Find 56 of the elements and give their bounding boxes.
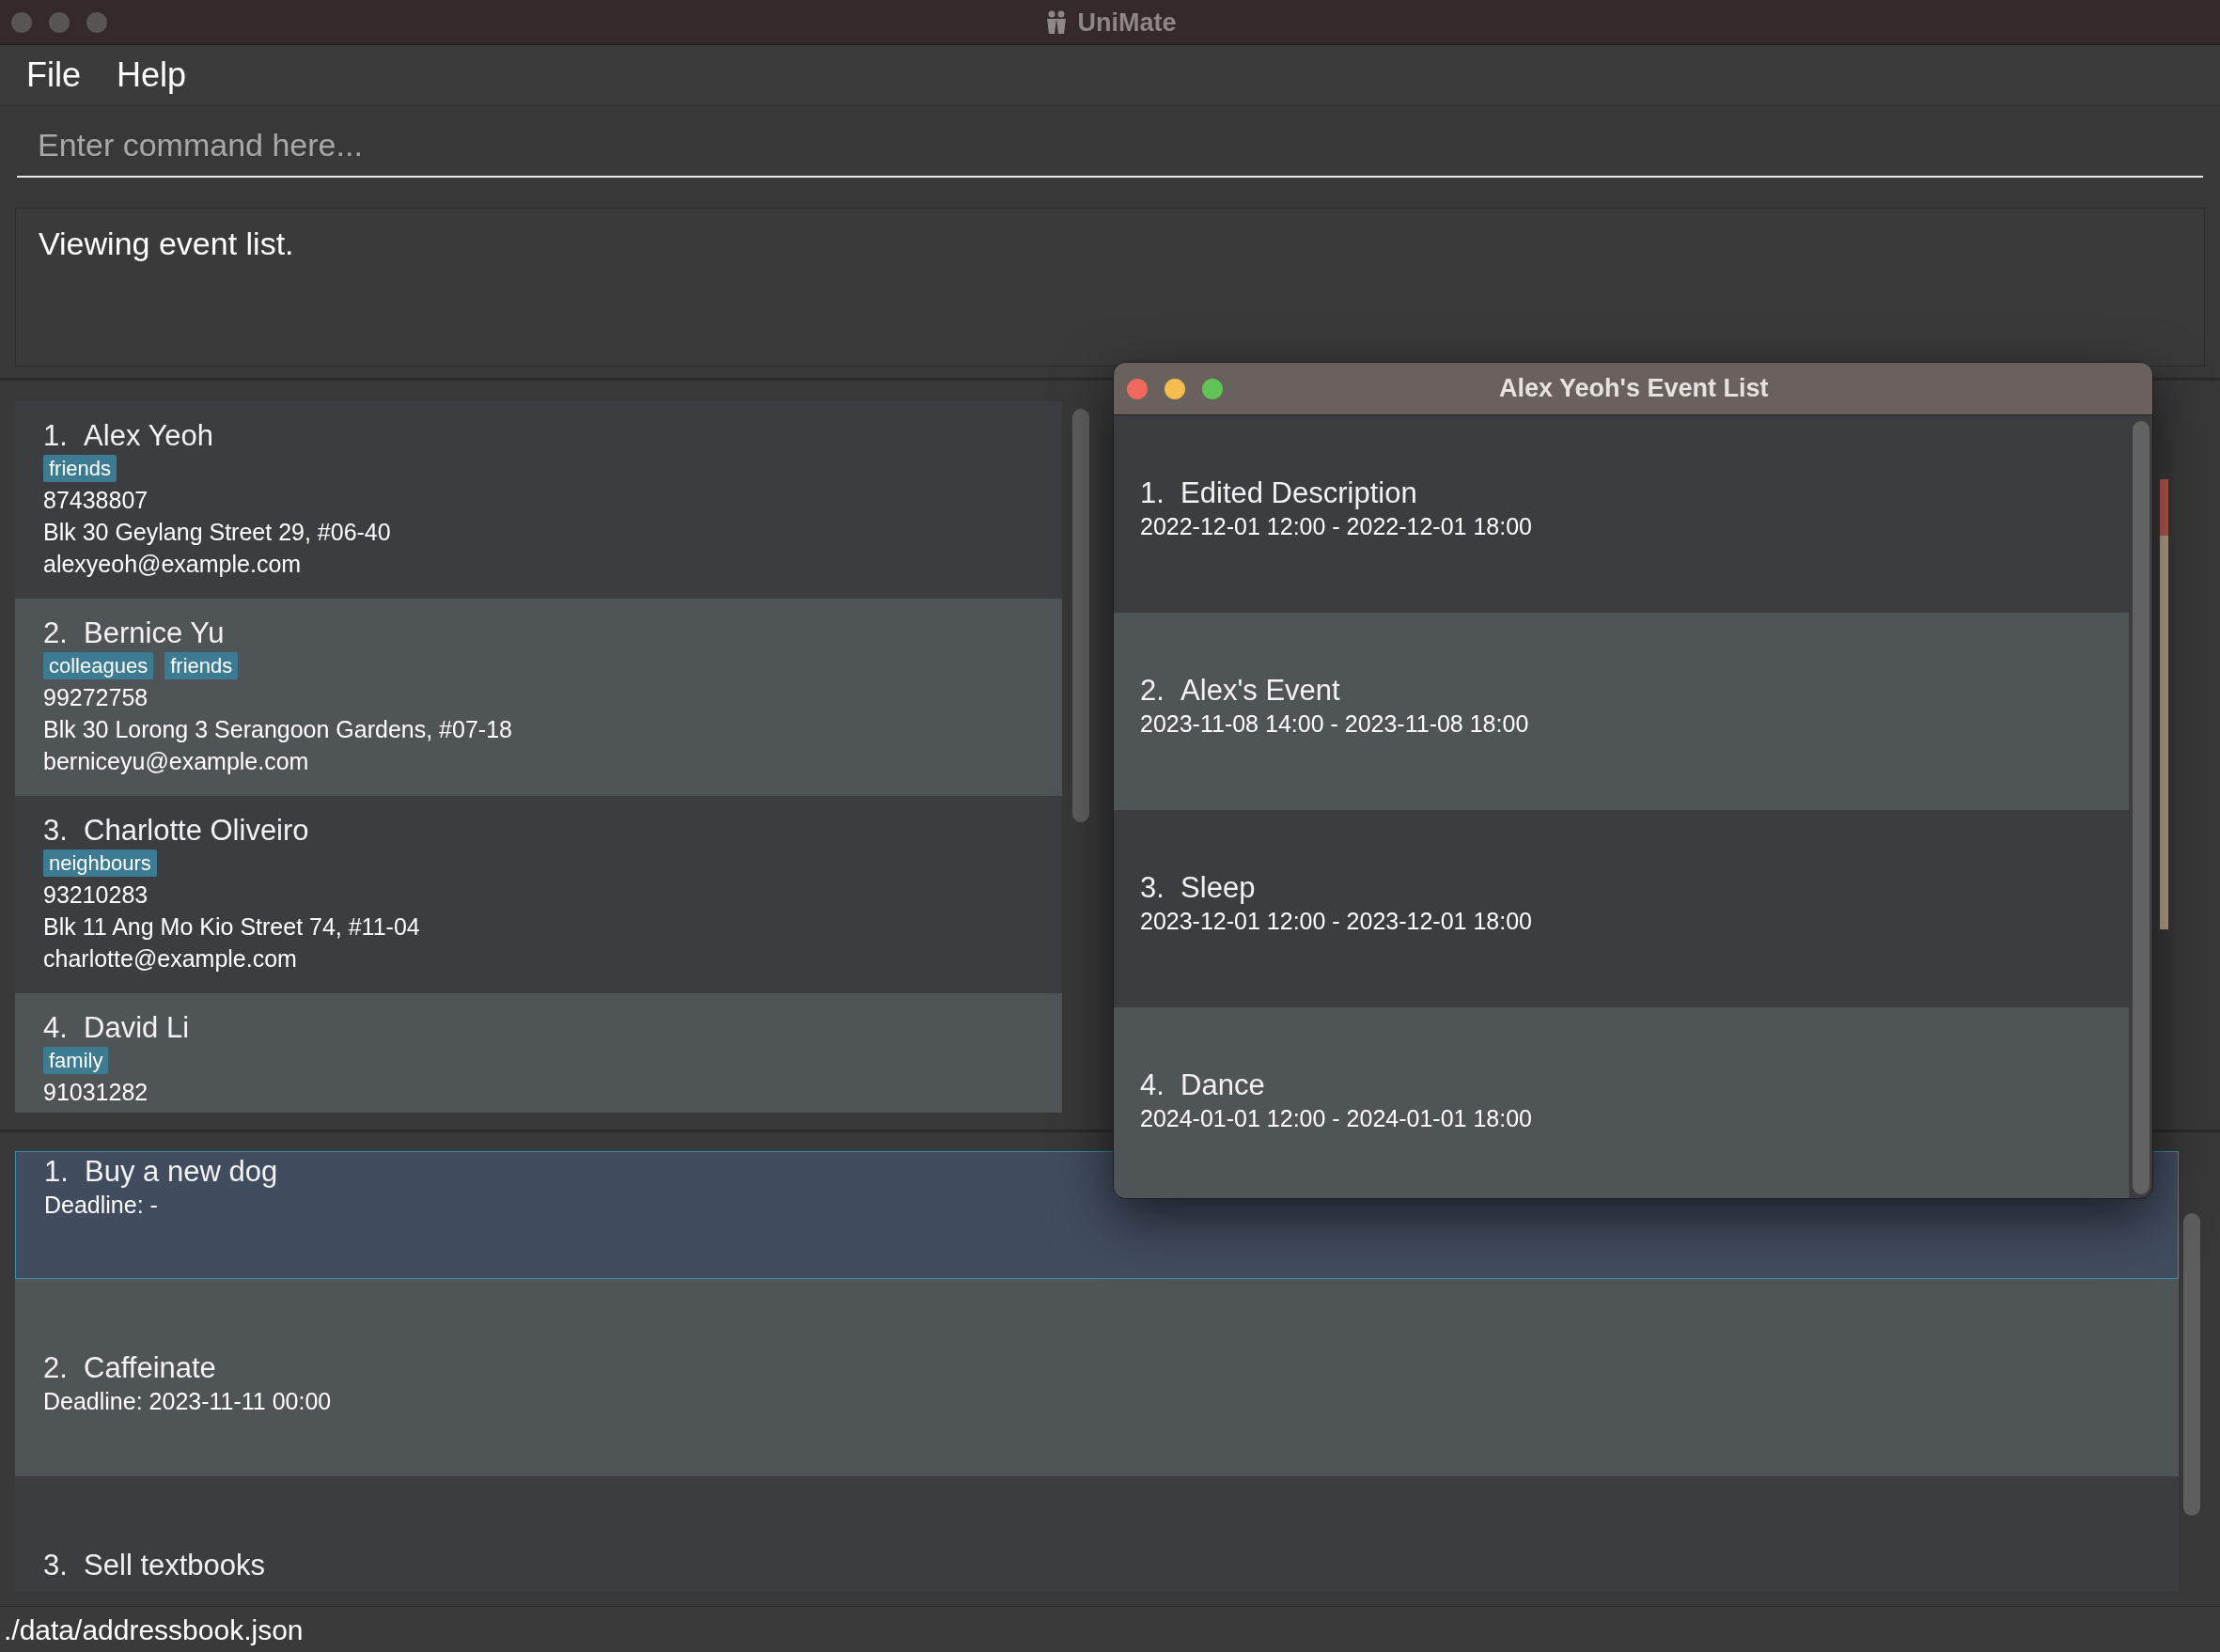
- window-control-icon[interactable]: [86, 11, 107, 33]
- event-time: 2022-12-01 12:00 - 2022-12-01 18:00: [1140, 512, 1533, 542]
- task-title: 1. Buy a new dog: [44, 1154, 279, 1190]
- close-icon[interactable]: [1127, 378, 1148, 399]
- scrollbar-thumb[interactable]: [2132, 421, 2150, 1194]
- command-field[interactable]: Enter command here...: [17, 114, 2203, 178]
- deadline-text: Deadline: 2023-11-11 00:00: [43, 1387, 333, 1417]
- person-card[interactable]: 3. Charlotte Oliveiro neighbours 93210283 Blk 11 Ang Mo Kio Street 74, #11-04 charlotte@example.com: [15, 796, 1062, 993]
- event-card[interactable]: 2. Alex's Event 2023-11-08 14:00 - 2023-11-08 18:00: [1114, 613, 2129, 810]
- person-name: 1. Alex Yeoh: [43, 418, 214, 454]
- phone-number: 93210283: [43, 881, 149, 911]
- person-card[interactable]: 1. Alex Yeoh friends 87438807 Blk 30 Geylang Street 29, #06-40 alexyeoh@example.com: [15, 401, 1062, 599]
- event-title: 3. Sleep: [1140, 870, 1257, 906]
- window-control-icon[interactable]: [49, 11, 70, 33]
- person-name: 2. Bernice Yu: [43, 616, 226, 651]
- task-card[interactable]: 2. Caffeinate Deadline: 2023-11-11 00:00: [15, 1279, 2179, 1476]
- window-title: UniMate: [1077, 7, 1177, 39]
- tag-label: neighbours: [43, 849, 157, 878]
- address-text: Blk 30 Geylang Street 29, #06-40: [43, 518, 392, 548]
- person-name: 3. Charlotte Oliveiro: [43, 813, 310, 849]
- result-message: Viewing event list.: [39, 225, 295, 263]
- email-text: alexyeoh@example.com: [43, 550, 303, 580]
- tag-label: colleagues: [43, 652, 154, 680]
- menu-item[interactable]: Help: [117, 50, 187, 101]
- window-title: Alex Yeoh's Event List: [1499, 373, 1769, 405]
- tag-label: friends: [164, 652, 239, 680]
- task-title: 3. Sell textbooks: [43, 1548, 267, 1583]
- person-card[interactable]: 2. Bernice Yu colleagues friends 99272758 Blk 30 Lorong 3 Serangoon Gardens, #07-18 berniceyu@example.com: [15, 599, 1062, 796]
- phone-number: 99272758: [43, 683, 149, 713]
- minimize-icon[interactable]: [1165, 378, 1185, 399]
- scrollbar-thumb[interactable]: [1072, 409, 1089, 822]
- event-time: 2023-12-01 12:00 - 2023-12-01 18:00: [1140, 907, 1533, 937]
- person-card[interactable]: 4. David Li family 91031282: [15, 993, 1062, 1113]
- window-control-icon[interactable]: [11, 11, 32, 33]
- file-path: ./data/addressbook.json: [4, 1613, 304, 1647]
- event-title: 1. Edited Description: [1140, 475, 1418, 511]
- email-text: charlotte@example.com: [43, 944, 298, 974]
- address-text: Blk 11 Ang Mo Kio Street 74, #11-04: [43, 912, 421, 943]
- event-time: 2024-01-01 12:00 - 2024-01-01 18:00: [1140, 1104, 1533, 1134]
- event-title: 4. Dance: [1140, 1068, 1266, 1103]
- person-name: 4. David Li: [43, 1010, 191, 1046]
- event-card[interactable]: 4. Dance 2024-01-01 12:00 - 2024-01-01 18:00: [1114, 1007, 2129, 1198]
- tag-label: family: [43, 1047, 109, 1075]
- phone-number: 87438807: [43, 486, 149, 516]
- phone-number: 91031282: [43, 1078, 149, 1108]
- address-text: Blk 30 Lorong 3 Serangoon Gardens, #07-18: [43, 715, 513, 745]
- tag-label: friends: [43, 455, 117, 483]
- scrollbar-thumb[interactable]: [2183, 1213, 2200, 1516]
- task-card[interactable]: 3. Sell textbooks: [15, 1476, 2179, 1591]
- task-title: 2. Caffeinate: [43, 1350, 217, 1386]
- event-title: 2. Alex's Event: [1140, 673, 1341, 709]
- email-text: berniceyu@example.com: [43, 747, 310, 777]
- deadline-text: Deadline: -: [44, 1191, 159, 1221]
- maximize-icon[interactable]: [1202, 378, 1223, 399]
- event-time: 2023-11-08 14:00 - 2023-11-08 18:00: [1140, 709, 1530, 740]
- menu-item[interactable]: File: [26, 50, 81, 101]
